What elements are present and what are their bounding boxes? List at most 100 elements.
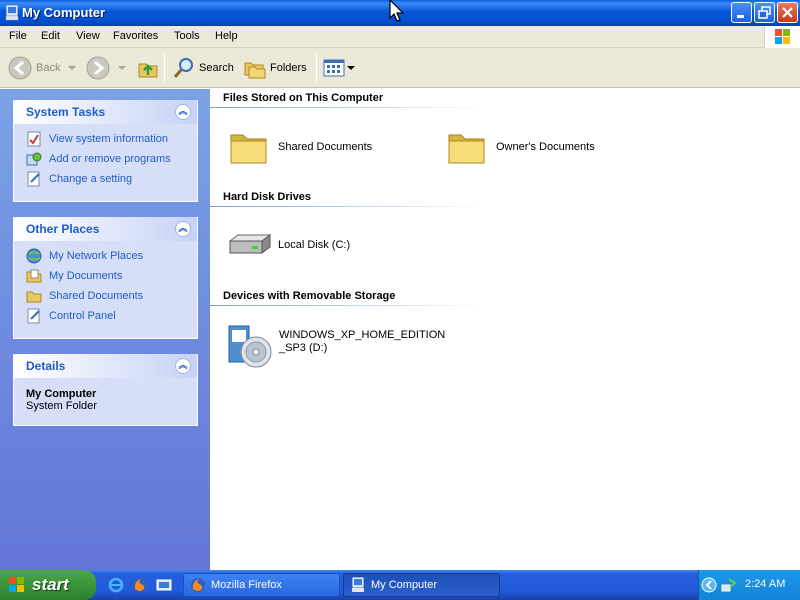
group-divider: [210, 107, 486, 108]
windows-logo: [764, 26, 800, 48]
menu-favorites[interactable]: Favorites: [113, 30, 158, 42]
task-label: View system information: [49, 133, 169, 145]
close-button[interactable]: [777, 2, 798, 23]
hard-disk-icon: [228, 234, 272, 254]
up-folder-button[interactable]: [136, 54, 160, 82]
place-label: Control Panel: [49, 310, 116, 322]
start-label: start: [32, 575, 69, 594]
menu-view[interactable]: View: [76, 30, 100, 42]
item-label-line: WINDOWS_XP_HOME_EDITION: [279, 329, 446, 341]
my-documents-icon: [26, 269, 42, 283]
menu-help[interactable]: Help: [215, 30, 238, 42]
menu-edit[interactable]: Edit: [41, 30, 60, 42]
system-tasks-header[interactable]: System Tasks ︽: [14, 100, 197, 124]
add-remove-programs-icon: [26, 152, 42, 166]
my-computer-icon: [5, 5, 19, 21]
taskbar-button-label: My Computer: [371, 579, 438, 591]
show-desktop-icon[interactable]: [156, 577, 172, 593]
restore-icon: [758, 6, 771, 19]
task-pane: System Tasks ︽ View system information A…: [0, 89, 210, 570]
search-icon: [173, 58, 193, 78]
windows-flag-icon: [775, 29, 790, 44]
item-label-group: WINDOWS_XP_HOME_EDITION _SP3 (D:): [279, 329, 445, 355]
folder-up-icon: [138, 63, 158, 78]
internet-explorer-icon[interactable]: [108, 577, 124, 593]
task-label: Add or remove programs: [49, 153, 171, 165]
place-my-documents[interactable]: My Documents: [14, 266, 197, 286]
group-header-hard-disk-drives: Hard Disk Drives: [223, 191, 312, 203]
item-label: Local Disk (C:): [278, 238, 351, 251]
item-local-disk-c[interactable]: Local Disk (C:): [226, 229, 350, 261]
system-tasks-title: System Tasks: [26, 105, 106, 119]
place-label: My Documents: [49, 270, 123, 282]
back-label: Back: [36, 62, 61, 74]
back-button[interactable]: Back: [8, 54, 78, 82]
cd-drive-icon: [228, 325, 272, 368]
menu-tools[interactable]: Tools: [174, 30, 200, 42]
folders-button[interactable]: Folders: [243, 54, 307, 82]
start-button[interactable]: start: [0, 570, 96, 600]
system-tasks-panel: System Tasks ︽ View system information A…: [13, 100, 198, 202]
task-label: Change a setting: [49, 173, 133, 185]
other-places-title: Other Places: [26, 222, 100, 236]
explorer-window: My Computer File Edit View Favorites Too…: [0, 0, 800, 570]
close-icon: [782, 7, 793, 18]
back-dropdown-icon: [68, 66, 77, 70]
folder-content: Files Stored on This Computer Shared Doc…: [210, 89, 800, 570]
item-cd-drive-d[interactable]: WINDOWS_XP_HOME_EDITION _SP3 (D:): [226, 320, 445, 370]
item-label: Owner's Documents: [496, 140, 595, 153]
forward-arrow-icon: [86, 56, 110, 80]
tray-expand-chevron-icon[interactable]: [701, 577, 717, 593]
place-shared-documents[interactable]: Shared Documents: [14, 286, 197, 306]
details-name: My Computer: [26, 388, 97, 400]
search-button[interactable]: Search: [172, 54, 234, 82]
views-button[interactable]: [322, 54, 356, 82]
task-add-remove-programs[interactable]: Add or remove programs: [14, 149, 197, 169]
shared-folder-icon: [26, 291, 42, 303]
taskbar-button-firefox[interactable]: Mozilla Firefox: [183, 573, 340, 597]
item-owners-documents[interactable]: Owner's Documents: [446, 127, 595, 167]
minimize-button[interactable]: [731, 2, 752, 23]
collapse-chevron-icon[interactable]: ︽: [175, 358, 191, 374]
folders-icon: [244, 62, 266, 79]
collapse-chevron-icon[interactable]: ︽: [175, 104, 191, 120]
item-shared-documents[interactable]: Shared Documents: [228, 127, 372, 167]
task-change-setting[interactable]: Change a setting: [14, 169, 197, 189]
item-label: Shared Documents: [278, 140, 373, 153]
system-info-icon: [27, 131, 41, 147]
task-view-system-information[interactable]: View system information: [14, 129, 197, 149]
window-title: My Computer: [22, 5, 106, 20]
place-label: My Network Places: [49, 250, 144, 262]
forward-button[interactable]: [86, 54, 128, 82]
system-tray: 2:24 AM: [698, 570, 800, 600]
folders-label: Folders: [270, 62, 307, 74]
standard-toolbar: Back Search Folders: [0, 48, 800, 88]
taskbar-button-my-computer[interactable]: My Computer: [343, 573, 500, 597]
clock[interactable]: 2:24 AM: [745, 578, 785, 590]
menu-bar: File Edit View Favorites Tools Help: [0, 26, 800, 48]
group-divider: [210, 305, 486, 306]
firefox-icon[interactable]: [132, 577, 148, 593]
taskbar-button-label: Mozilla Firefox: [211, 579, 282, 591]
details-header[interactable]: Details ︽: [14, 354, 197, 378]
folder-icon: [230, 134, 267, 164]
other-places-header[interactable]: Other Places ︽: [14, 217, 197, 241]
place-my-network-places[interactable]: My Network Places: [14, 246, 197, 266]
place-control-panel[interactable]: Control Panel: [14, 306, 197, 326]
network-places-icon: [26, 248, 42, 264]
group-divider: [210, 206, 486, 207]
firefox-icon: [191, 578, 205, 592]
menu-file[interactable]: File: [9, 30, 27, 42]
group-header-files-stored: Files Stored on This Computer: [223, 92, 384, 104]
toolbar-separator: [164, 54, 165, 82]
details-title: Details: [26, 359, 66, 373]
back-arrow-icon: [8, 56, 32, 80]
search-label: Search: [199, 62, 234, 74]
change-setting-icon: [27, 171, 40, 187]
network-tray-icon[interactable]: [721, 577, 737, 593]
group-header-removable-storage: Devices with Removable Storage: [223, 290, 396, 302]
toolbar-separator: [316, 54, 317, 82]
collapse-chevron-icon[interactable]: ︽: [175, 221, 191, 237]
restore-button[interactable]: [754, 2, 775, 23]
views-dropdown-icon: [347, 66, 355, 70]
